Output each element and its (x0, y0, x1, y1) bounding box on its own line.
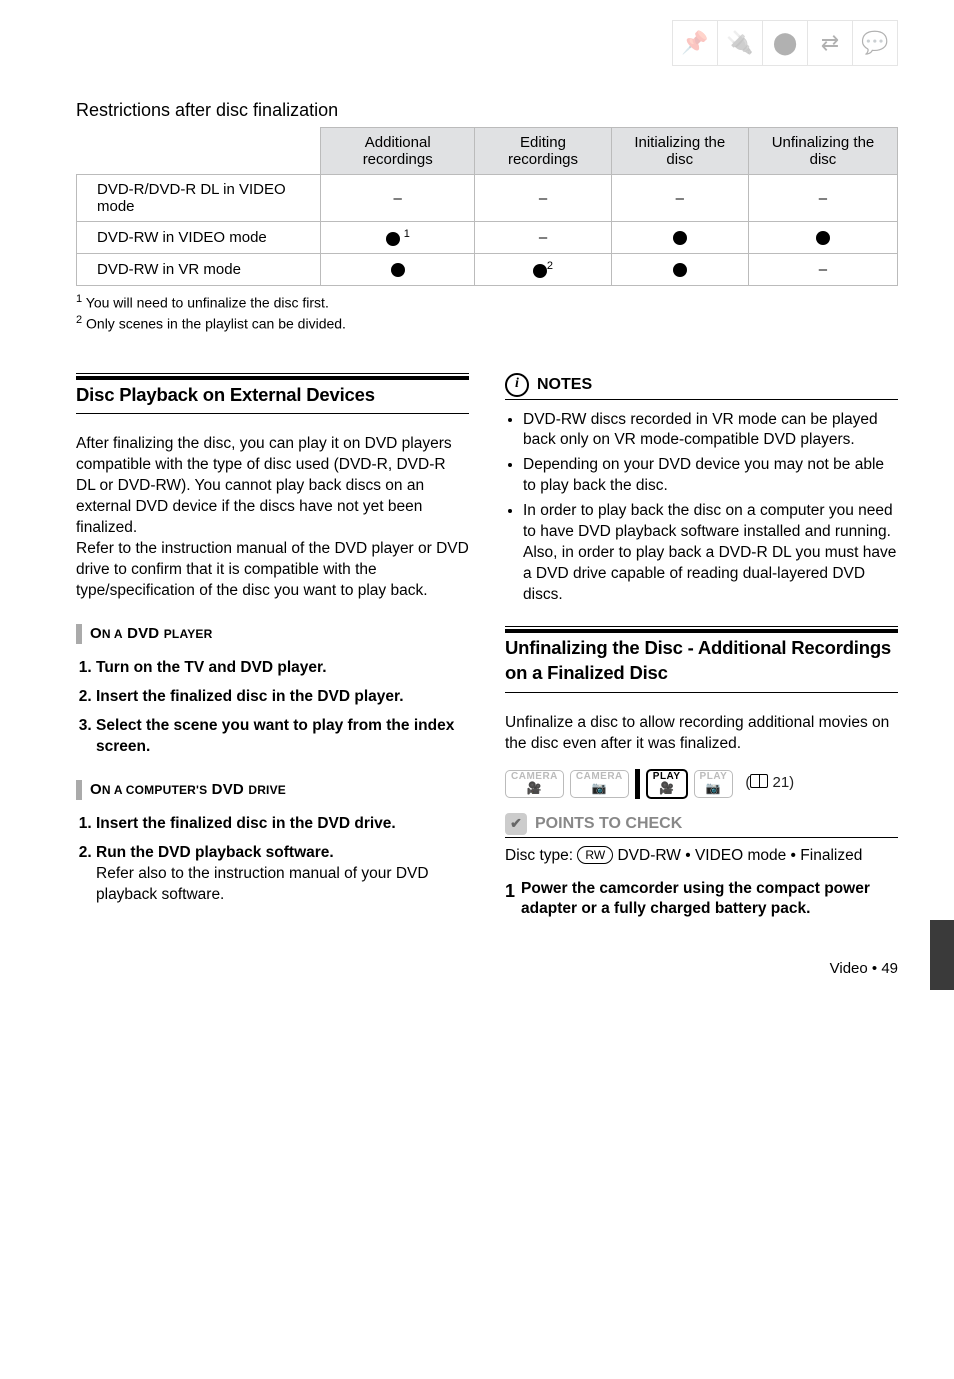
note-item: Depending on your DVD device you may not… (523, 455, 898, 497)
side-tab (930, 920, 954, 990)
mode-divider (635, 769, 640, 799)
cell: – (748, 254, 897, 286)
step-number: 1 (505, 879, 515, 903)
cell: – (321, 175, 475, 222)
table-row: DVD-R/DVD-R DL in VIDEO mode – – – – (77, 175, 898, 222)
heading-disc-playback: Disc Playback on External Devices (76, 376, 469, 415)
row-label: DVD-R/DVD-R DL in VIDEO mode (77, 175, 321, 222)
heading-unfinalizing: Unfinalizing the Disc - Additional Recor… (505, 629, 898, 693)
pin-icon: 📌 (672, 21, 717, 65)
cell (321, 254, 475, 286)
restrictions-title: Restrictions after disc finalization (76, 100, 898, 121)
cell (611, 254, 748, 286)
body-para: Unfinalize a disc to allow recording add… (505, 713, 898, 755)
mode-camera-video: CAMERA🎥 (505, 770, 564, 798)
points-to-check-heading: ✔ POINTS TO CHECK (505, 813, 898, 838)
disc-type-line: Disc type: RW DVD-RW • VIDEO mode • Fina… (505, 846, 898, 867)
footnotes: 1 You will need to unfinalize the disc f… (76, 292, 898, 335)
note-item: In order to play back the disc on a comp… (523, 501, 898, 606)
mode-play-video: PLAY🎥 (646, 769, 688, 799)
step-text: Power the camcorder using the compact po… (521, 879, 898, 921)
cell: – (475, 222, 611, 254)
table-row: DVD-RW in VR mode 2 – (77, 254, 898, 286)
restrictions-table: Additional recordings Editing recordings… (76, 127, 898, 286)
page-reference: ( 21) (745, 773, 794, 793)
step: Turn on the TV and DVD player. (96, 658, 469, 679)
page-footer: Video • 49 (76, 960, 898, 977)
col-header: Initializing the disc (611, 128, 748, 175)
row-label: DVD-RW in VR mode (77, 254, 321, 286)
step: Select the scene you want to play from t… (96, 716, 469, 758)
table-row: DVD-RW in VIDEO mode 1 – (77, 222, 898, 254)
step-block: 1 Power the camcorder using the compact … (505, 879, 898, 921)
steps-dvd-player: Turn on the TV and DVD player. Insert th… (76, 658, 469, 758)
book-icon (750, 774, 768, 788)
notes-list: DVD-RW discs recorded in VR mode can be … (505, 410, 898, 606)
col-header: Unfinalizing the disc (748, 128, 897, 175)
subhead-dvd-player: ON A DVD PLAYER (76, 624, 469, 644)
body-para: After finalizing the disc, you can play … (76, 434, 469, 601)
sync-icon: ⇄ (807, 21, 852, 65)
right-column: i NOTES DVD-RW discs recorded in VR mode… (505, 373, 898, 921)
disc-icon: ⬤ (762, 21, 807, 65)
mode-play-photo: PLAY📷 (694, 770, 734, 798)
mode-bar: CAMERA🎥 CAMERA📷 PLAY🎥 PLAY📷 ( 21) (505, 769, 898, 799)
plug-icon: 🔌 (717, 21, 762, 65)
step: Run the DVD playback software. Refer als… (96, 843, 469, 906)
left-column: Disc Playback on External Devices After … (76, 373, 469, 921)
cell (611, 222, 748, 254)
cell: – (748, 175, 897, 222)
note-item: DVD-RW discs recorded in VR mode can be … (523, 410, 898, 452)
cell: – (611, 175, 748, 222)
mode-camera-photo: CAMERA📷 (570, 770, 629, 798)
step: Insert the finalized disc in the DVD dri… (96, 814, 469, 835)
col-header: Editing recordings (475, 128, 611, 175)
table-corner (77, 128, 321, 175)
row-label: DVD-RW in VIDEO mode (77, 222, 321, 254)
check-icon: ✔ (505, 813, 527, 835)
subhead-computer-drive: ON A COMPUTER'S DVD DRIVE (76, 780, 469, 800)
col-header: Additional recordings (321, 128, 475, 175)
rw-badge: RW (577, 846, 613, 864)
cell: 1 (321, 222, 475, 254)
cell (748, 222, 897, 254)
step: Insert the finalized disc in the DVD pla… (96, 687, 469, 708)
cell: 2 (475, 254, 611, 286)
info-icon: i (505, 373, 529, 397)
header-icon-row: 📌 🔌 ⬤ ⇄ 💬 (672, 20, 898, 66)
notes-heading: i NOTES (505, 373, 898, 400)
chat-icon: 💬 (852, 21, 898, 65)
restrictions-section: Restrictions after disc finalization Add… (76, 100, 898, 335)
cell: – (475, 175, 611, 222)
steps-computer: Insert the finalized disc in the DVD dri… (76, 814, 469, 906)
